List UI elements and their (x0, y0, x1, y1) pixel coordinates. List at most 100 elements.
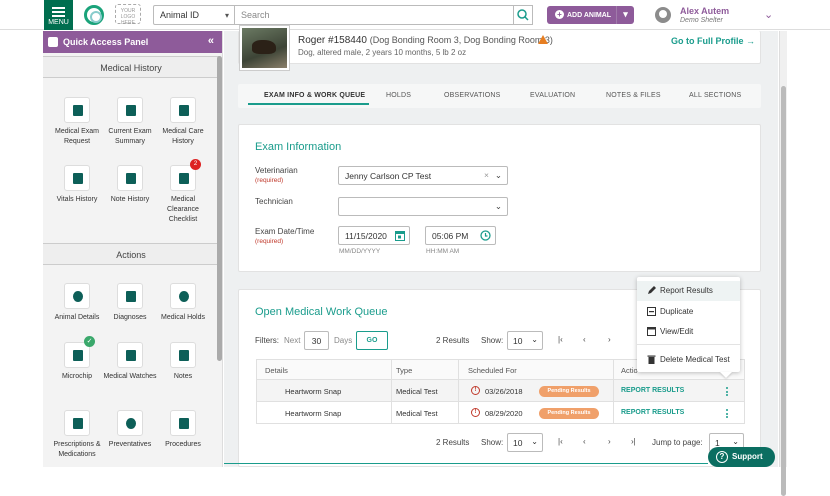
tile-current-exam-summary[interactable]: Current Exam Summary (102, 97, 158, 147)
add-animal-label: ADD ANIMAL (567, 12, 612, 19)
app-logo-icon[interactable] (84, 5, 104, 25)
row-details: Heartworm Snap (285, 409, 342, 418)
quick-access-title: Quick Access Panel (63, 37, 149, 47)
tile-medical-care-history[interactable]: Medical Care History (155, 97, 211, 147)
go-button[interactable]: GO (356, 331, 388, 350)
tile-note-history[interactable]: Note History (102, 165, 158, 205)
date-format-hint: MM/DD/YYYY (339, 248, 381, 255)
veterinarian-select[interactable]: Jenny Carlson CP Test × ⌄ (338, 166, 508, 185)
menu-label: MENU (48, 19, 69, 26)
last-page-icon[interactable]: ›| (631, 437, 636, 446)
row-date: 03/26/2018 (485, 387, 523, 396)
report-results-link[interactable]: REPORT RESULTS (621, 409, 684, 416)
clear-icon[interactable]: × (484, 170, 489, 180)
tab-observations[interactable]: OBSERVATIONS (444, 92, 500, 99)
results-count-bottom: 2 Results (436, 438, 470, 447)
show-label-bottom: Show: (481, 438, 504, 447)
menu-button[interactable]: MENU (44, 0, 73, 30)
chevron-down-icon: ⌄ (494, 170, 502, 180)
tab-notes-files[interactable]: NOTES & FILES (606, 92, 661, 99)
quick-access-panel: Quick Access Panel « Medical History Med… (43, 31, 223, 467)
menu-arrow (720, 372, 732, 378)
avatar[interactable] (655, 7, 671, 23)
tile-medical-watches[interactable]: Medical Watches (102, 342, 158, 382)
lock-icon (48, 37, 58, 47)
active-tab-indicator (248, 103, 369, 105)
clock-icon[interactable] (480, 230, 491, 241)
report-results-link[interactable]: REPORT RESULTS (621, 387, 684, 394)
menu-item-delete[interactable]: Delete Medical Test (637, 350, 740, 370)
search-button[interactable] (513, 5, 533, 25)
chevron-down-icon: ⌄ (732, 437, 739, 446)
menu-item-label: Report Results (660, 286, 713, 295)
technician-select[interactable]: ⌄ (338, 197, 508, 216)
more-actions-icon[interactable] (726, 387, 729, 398)
animal-id-select[interactable]: Animal ID ▾ (153, 5, 235, 25)
clipboard-icon (126, 105, 136, 116)
tile-prescriptions[interactable]: Prescriptions & Medications (49, 410, 105, 460)
more-actions-icon[interactable] (726, 409, 729, 420)
full-profile-link[interactable]: Go to Full Profile → (671, 36, 755, 46)
exam-time-input[interactable]: 05:06 PM (425, 226, 496, 245)
page-size-select[interactable]: 10 ⌄ (507, 331, 543, 350)
days-label: Days (334, 336, 353, 345)
tile-preventatives[interactable]: Preventatives (102, 410, 158, 450)
prev-page-icon[interactable]: ‹ (583, 437, 586, 446)
tile-notes[interactable]: Notes (155, 342, 211, 382)
days-input[interactable]: 30 (304, 331, 329, 350)
animal-photo[interactable] (240, 26, 289, 70)
results-count: 2 Results (436, 336, 470, 345)
tab-exam-info[interactable]: EXAM INFO & WORK QUEUE (264, 92, 365, 99)
paw-icon (73, 291, 83, 302)
chevron-down-icon: ⌄ (494, 201, 502, 211)
next-page-icon[interactable]: › (608, 335, 611, 344)
user-menu-chevron-icon[interactable]: ⌄ (764, 8, 773, 21)
support-button[interactable]: ? Support (708, 447, 775, 467)
column-actions: Actio (621, 366, 638, 375)
animal-name-text: Roger #158440 (298, 35, 367, 46)
animal-select-value: Animal ID (160, 10, 200, 20)
tab-evaluation[interactable]: EVALUATION (530, 92, 575, 99)
collapse-icon[interactable]: « (208, 35, 214, 47)
tab-holds[interactable]: HOLDS (386, 92, 411, 99)
tile-medical-holds[interactable]: Medical Holds (155, 283, 211, 323)
tile-microchip[interactable]: ✓ Microchip (49, 336, 105, 382)
main-scrollbar[interactable] (779, 31, 787, 496)
tab-all-sections[interactable]: ALL SECTIONS (689, 92, 741, 99)
menu-item-report-results[interactable]: Report Results (637, 281, 740, 301)
animal-name: Roger #158440 (Dog Bonding Room 3, Dog B… (298, 35, 553, 46)
tile-procedures[interactable]: Procedures (155, 410, 211, 450)
check-icon: ✓ (84, 336, 95, 347)
tile-diagnoses[interactable]: Diagnoses (102, 283, 158, 323)
tile-medical-clearance-checklist[interactable]: 2 Medical Clearance Checklist (155, 159, 211, 225)
table-row[interactable]: Heartworm Snap Medical Test ! 03/26/2018… (256, 380, 744, 402)
next-page-icon[interactable]: › (608, 437, 611, 446)
tile-animal-details[interactable]: Animal Details (49, 283, 105, 323)
calendar-icon[interactable] (395, 230, 405, 241)
pencil-icon (648, 286, 656, 294)
row-type: Medical Test (396, 387, 438, 396)
prev-page-icon[interactable]: ‹ (583, 335, 586, 344)
add-animal-dropdown-button[interactable]: ▾ (616, 6, 634, 24)
exam-date-input[interactable]: 11/15/2020 (338, 226, 410, 245)
filters-label: Filters: (255, 336, 279, 345)
tile-label: Diagnoses (113, 314, 147, 321)
tile-vitals-history[interactable]: Vitals History (49, 165, 105, 205)
status-badge: Pending Results (539, 386, 599, 397)
search-input[interactable]: Search (234, 5, 514, 25)
table-row[interactable]: Heartworm Snap Medical Test ! 08/29/2020… (256, 402, 744, 424)
user-name[interactable]: Alex Autem (680, 6, 729, 16)
warning-icon[interactable] (538, 35, 548, 44)
sidebar-scrollbar[interactable] (217, 56, 222, 361)
tile-medical-exam-request[interactable]: Medical Exam Request (49, 97, 105, 147)
menu-item-view-edit[interactable]: View/Edit (637, 322, 740, 342)
first-page-icon[interactable]: |‹ (558, 335, 563, 344)
heart-pulse-icon (179, 105, 189, 116)
animal-description: Dog, altered male, 2 years 10 months, 5 … (298, 48, 467, 57)
help-icon: ? (716, 451, 728, 463)
veterinarian-required: (required) (255, 177, 284, 184)
first-page-icon[interactable]: |‹ (558, 437, 563, 446)
add-animal-button[interactable]: + ADD ANIMAL ▾ (547, 6, 634, 24)
page-size-select-bottom[interactable]: 10 ⌄ (507, 433, 543, 452)
menu-item-duplicate[interactable]: Duplicate (637, 302, 740, 322)
